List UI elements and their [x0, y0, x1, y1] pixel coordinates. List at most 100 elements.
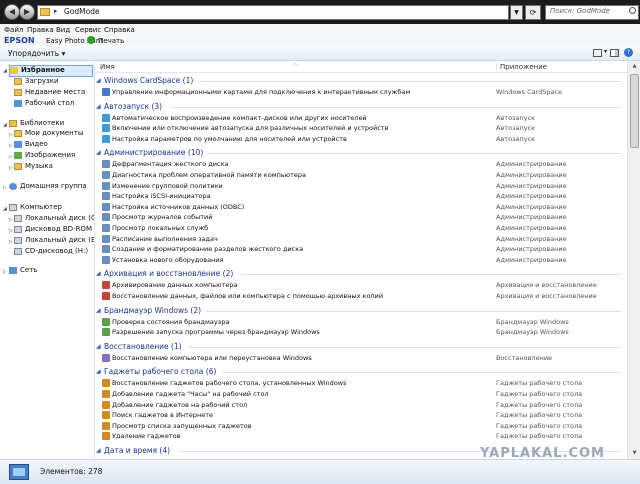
back-icon[interactable]: ◀: [4, 4, 20, 20]
print-button[interactable]: Печать: [98, 37, 124, 45]
group-header[interactable]: ◢ Восстановление (1): [95, 342, 627, 352]
menu-file[interactable]: Файл: [4, 26, 23, 34]
vertical-scrollbar[interactable]: ▲ ▼: [627, 61, 640, 459]
expand-drive-d-icon[interactable]: ▷: [9, 228, 13, 234]
expand-libraries-icon[interactable]: ◢: [3, 122, 7, 128]
group-header[interactable]: ◢ Архивация и восстановление (2): [95, 269, 627, 279]
forward-icon[interactable]: ▶: [19, 4, 35, 20]
sidebar-label: Избранное: [21, 66, 65, 74]
search-input[interactable]: Поиск: GodMode: [545, 5, 639, 20]
collapse-group-icon[interactable]: ◢: [96, 447, 101, 454]
collapse-group-icon[interactable]: ◢: [96, 343, 101, 350]
address-bar: ◀ ▶ ▸ GodMode ▼ ⟳ Поиск: GodMode: [0, 0, 640, 24]
sidebar-favorites[interactable]: Избранное: [9, 65, 93, 77]
list-item[interactable]: Архивирование данных компьютера Архивация…: [95, 280, 627, 290]
group-title: Восстановление (1): [104, 341, 182, 351]
list-item[interactable]: Настройка параметров по умолчанию для но…: [95, 134, 627, 144]
view-dropdown-icon[interactable]: ▾: [604, 48, 607, 55]
column-app[interactable]: Приложение: [496, 63, 547, 71]
list-item[interactable]: Изменение групповой политики Администриро…: [95, 181, 627, 191]
help-icon[interactable]: ?: [624, 48, 633, 57]
expand-music-icon[interactable]: ▷: [9, 165, 13, 171]
sidebar-label: Мои документы: [25, 129, 84, 137]
item-app: Администрирование: [496, 255, 567, 264]
expand-documents-icon[interactable]: ▷: [9, 132, 13, 138]
list-item[interactable]: Включение или отключение автозапуска для…: [95, 123, 627, 133]
collapse-group-icon[interactable]: ◢: [96, 149, 101, 156]
item-name: Восстановление компьютера или переустано…: [112, 353, 312, 362]
menu-edit[interactable]: Правка: [27, 26, 54, 34]
collapse-group-icon[interactable]: ◢: [96, 77, 101, 84]
organize-button[interactable]: Упорядочить ▾: [8, 49, 65, 58]
list-item[interactable]: Автоматическое воспроизведение компакт-д…: [95, 113, 627, 123]
scroll-up-icon[interactable]: ▲: [628, 61, 640, 72]
breadcrumb-arrow-icon[interactable]: ▸: [54, 7, 58, 15]
item-app: Брандмауэр Windows: [496, 317, 569, 326]
list-item[interactable]: Восстановление компьютера или переустано…: [95, 353, 627, 363]
list-item[interactable]: Добавление гаджетов на рабочий стол Гадже…: [95, 400, 627, 410]
list-item[interactable]: Восстановление данных, файлов или компью…: [95, 291, 627, 301]
menu-help[interactable]: Справка: [104, 26, 135, 34]
scroll-down-icon[interactable]: ▼: [628, 448, 640, 459]
menu-tools[interactable]: Сервис: [75, 26, 101, 34]
list-item[interactable]: Настройка iSCSI-инициатора Администрирова…: [95, 191, 627, 201]
expand-favorites-icon[interactable]: ◢: [3, 68, 7, 74]
print-icon[interactable]: [87, 36, 95, 44]
menu-view[interactable]: Вид: [56, 26, 70, 34]
expand-network-icon[interactable]: ▷: [3, 269, 7, 275]
item-name: Проверка состояния брандмауэра: [112, 317, 230, 326]
list-item[interactable]: Восстановление гаджетов рабочего стола, …: [95, 378, 627, 388]
group-header[interactable]: ◢ Автозапуск (3): [95, 102, 627, 112]
expand-computer-icon[interactable]: ◢: [3, 206, 7, 212]
search-icon[interactable]: [629, 7, 636, 14]
column-name[interactable]: Имя: [100, 63, 115, 71]
group-divider: [170, 106, 621, 108]
view-options-icon[interactable]: [593, 49, 602, 57]
group-divider: [205, 153, 621, 155]
item-name: Разрешение запуска программы через бранд…: [112, 328, 320, 337]
expand-video-icon[interactable]: ▷: [9, 143, 13, 149]
expand-images-icon[interactable]: ▷: [9, 154, 13, 160]
list-item[interactable]: Добавление гаджета "Часы" на рабочий сто…: [95, 389, 627, 399]
control-panel-item-icon: [102, 202, 110, 211]
item-app: Windows CardSpace: [496, 88, 563, 96]
list-item[interactable]: Поиск гаджетов в Интернете Гаджеты рабоче…: [95, 410, 627, 420]
list-item[interactable]: Настройка источников данных (ODBC) Админи…: [95, 202, 627, 212]
item-name: Управление информационными картами для п…: [112, 88, 411, 96]
preview-pane-icon[interactable]: [610, 49, 619, 57]
list-item[interactable]: Расписание выполнения задач Администриров…: [95, 234, 627, 244]
list-item[interactable]: Проверка состояния брандмауэра Брандмауэр…: [95, 317, 627, 327]
collapse-group-icon[interactable]: ◢: [96, 103, 101, 110]
list-item[interactable]: Разрешение запуска программы через бранд…: [95, 327, 627, 337]
scroll-thumb[interactable]: [630, 74, 639, 148]
list-item[interactable]: Создание и форматирование разделов жестк…: [95, 244, 627, 254]
downloads-folder-icon: [14, 78, 22, 85]
list-item[interactable]: Управление информационными картами для п…: [95, 87, 627, 97]
expand-drive-c-icon[interactable]: ▷: [9, 217, 13, 223]
group-header[interactable]: ◢ Windows CardSpace (1): [95, 76, 627, 86]
list-item[interactable]: Просмотр локальных служб Администрировани…: [95, 223, 627, 233]
item-app: Автозапуск: [496, 124, 536, 133]
list-item[interactable]: Дефрагментация жесткого диска Администрир…: [95, 159, 627, 169]
group-header[interactable]: ◢ Гаджеты рабочего стола (6): [95, 367, 627, 377]
list-item[interactable]: Установка нового оборудования Администрир…: [95, 255, 627, 265]
address-input[interactable]: ▸ GodMode: [37, 5, 509, 20]
item-name: Создание и форматирование разделов жестк…: [112, 245, 304, 254]
group-header[interactable]: ◢ Администрирование (10): [95, 148, 627, 158]
list-item[interactable]: Просмотр списка запущенных гаджетов Гадже…: [95, 421, 627, 431]
expand-drive-e-icon[interactable]: ▷: [9, 239, 13, 245]
breadcrumb-godmode[interactable]: GodMode: [64, 7, 100, 16]
list-item[interactable]: Просмотр журналов событий Администрирован…: [95, 212, 627, 222]
collapse-group-icon[interactable]: ◢: [96, 307, 101, 314]
expand-homegroup-icon[interactable]: ▷: [3, 185, 7, 191]
sidebar-label: Библиотеки: [20, 119, 65, 127]
item-app: Администрирование: [496, 245, 567, 254]
group-header[interactable]: ◢ Брандмауэр Windows (2): [95, 306, 627, 316]
refresh-icon[interactable]: ⟳: [525, 5, 541, 20]
list-item[interactable]: Диагностика проблем оперативной памяти к…: [95, 170, 627, 180]
collapse-group-icon[interactable]: ◢: [96, 270, 101, 277]
collapse-group-icon[interactable]: ◢: [96, 368, 101, 375]
control-panel-item-icon: [102, 124, 110, 133]
list-item[interactable]: Удаление гаджетов Гаджеты рабочего стола: [95, 431, 627, 441]
address-dropdown-icon[interactable]: ▼: [510, 5, 523, 20]
